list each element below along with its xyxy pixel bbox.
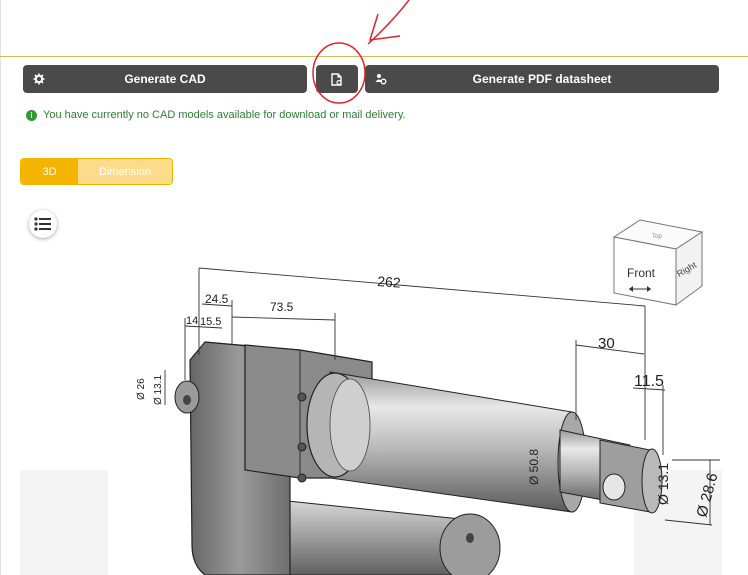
motor-housing: [277, 499, 501, 575]
dim-dia-50-8: Ø 50.8: [527, 449, 541, 485]
outer-tube: [306, 371, 587, 513]
dim-24-5: 24.5: [205, 292, 229, 306]
dim-262: 262: [377, 273, 402, 291]
dim-73-5: 73.5: [270, 300, 294, 314]
dim-30: 30: [598, 335, 615, 352]
view-cube[interactable]: Front Right Top: [612, 219, 704, 306]
dim-dia-26: Ø 26: [136, 378, 147, 400]
dim-14: 14: [186, 315, 198, 327]
dim-15-5: 15.5: [200, 316, 221, 328]
cad-3d-viewer[interactable]: 262 24.5 73.5 14 15.5 30 11.5 Ø 26 Ø 13.…: [0, 0, 748, 575]
view-cube-front[interactable]: Front: [627, 266, 656, 280]
dim-11-5: 11.5: [634, 373, 664, 390]
dim-dia-13-1-right: Ø 13.1: [655, 463, 671, 505]
dim-dia-28-6: Ø 28.6: [693, 471, 721, 519]
view-cube-top[interactable]: Top: [652, 234, 662, 240]
dim-dia-13-1-left: Ø 13.1: [153, 375, 164, 405]
